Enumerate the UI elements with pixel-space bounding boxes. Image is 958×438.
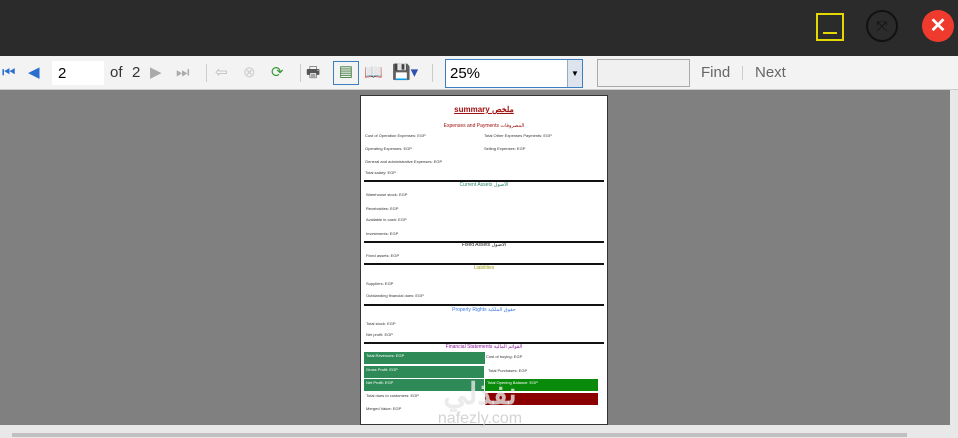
first-page-icon[interactable]: ⏮	[2, 63, 16, 83]
report-line: Warehouse stock: EGP	[366, 192, 408, 197]
report-line: Selling Expenses: EGP	[484, 146, 526, 151]
report-line: Total Other Expenses Payments: EGP	[484, 133, 552, 138]
find-input[interactable]	[597, 59, 690, 87]
report-line: Cost of buying: EGP	[486, 354, 523, 359]
report-toolbar: ⏮ ◀ of 2 ▶ ⏭ ⇦ ⊗ ⟳ 🖶 ▤ 📖 💾▾ 25% ▼ Find N…	[0, 56, 958, 90]
report-line: Net profit: EGP	[366, 332, 393, 337]
divider	[300, 64, 301, 82]
page-setup-icon[interactable]: 📖	[364, 63, 383, 83]
scrollbar-thumb[interactable]	[12, 433, 907, 437]
watermark-arabic: نفذلي	[443, 378, 517, 411]
section-title: Liabilities	[473, 265, 495, 271]
previous-page-icon[interactable]: ◀	[28, 63, 40, 83]
refresh-icon[interactable]: ⟳	[271, 63, 284, 83]
report-line: Suppliers: EGP	[366, 281, 394, 286]
back-icon[interactable]: ⇦	[215, 63, 228, 83]
of-label: of	[110, 64, 123, 81]
report-title: summary ملخص	[454, 105, 514, 114]
export-icon[interactable]: 💾▾	[392, 63, 418, 83]
divider	[364, 304, 604, 306]
watermark-latin: nafezly.com	[437, 410, 523, 427]
current-page-input[interactable]	[52, 61, 104, 85]
next-page-icon[interactable]: ▶	[150, 63, 162, 83]
divider	[432, 64, 433, 82]
last-page-icon[interactable]: ⏭	[176, 63, 190, 83]
section-title: Property Rights حقوق الملكية	[452, 307, 516, 313]
report-box: Gross Profit: EGP	[364, 366, 484, 378]
close-icon[interactable]: ✕	[922, 10, 954, 42]
report-line: Available in cash: EGP	[366, 217, 407, 222]
report-line: Total salary: EGP	[365, 170, 396, 175]
vertical-scrollbar[interactable]	[950, 90, 958, 425]
section-title: Expenses and Payments المصروفات	[443, 123, 525, 129]
total-pages: 2	[132, 64, 141, 81]
report-line: Total Purchases: EGP	[488, 368, 528, 373]
zoom-value: 25%	[450, 65, 481, 82]
report-line: Investments: EGP	[366, 231, 399, 236]
find-button[interactable]: Find	[701, 64, 730, 81]
report-page: summary ملخص Expenses and Payments المصر…	[360, 95, 608, 425]
report-line: Total stock: EGP	[366, 321, 396, 326]
fullscreen-icon[interactable]: ⤧	[866, 10, 898, 42]
section-title: Fixed Assets الأصول	[461, 242, 507, 248]
chevron-down-icon[interactable]: ▼	[567, 60, 582, 87]
report-line: Cost of Operation Expenses: EGP	[365, 133, 426, 138]
print-icon[interactable]: 🖶	[306, 63, 320, 83]
divider	[742, 66, 743, 80]
report-line: General and administrative Expenses: EGP	[365, 159, 443, 164]
section-title: Financial Statements القوائم المالية	[445, 344, 523, 350]
report-line: Merged Value: EGP	[366, 406, 402, 411]
report-box: Total Revenues: EGP	[364, 352, 485, 364]
divider	[206, 64, 207, 82]
next-button[interactable]: Next	[755, 64, 786, 81]
minimize-icon[interactable]	[816, 13, 844, 41]
report-line: Operating Expenses: EGP	[365, 146, 412, 151]
stop-icon[interactable]: ⊗	[243, 63, 256, 83]
zoom-select[interactable]: 25% ▼	[445, 59, 583, 88]
print-layout-icon[interactable]: ▤	[333, 61, 359, 85]
title-bar: ⤧ ✕	[0, 0, 958, 56]
report-line: Outstanding financial dues: EGP	[366, 293, 424, 298]
report-line: Total dues to customers: EGP	[366, 393, 419, 398]
section-title: Current Assets الأصول	[459, 182, 509, 188]
report-line: Receivables: EGP	[366, 206, 399, 211]
watermark-logo: نفذلي nafezly.com	[420, 380, 540, 428]
report-line: Fixed assets: EGP	[366, 253, 400, 258]
